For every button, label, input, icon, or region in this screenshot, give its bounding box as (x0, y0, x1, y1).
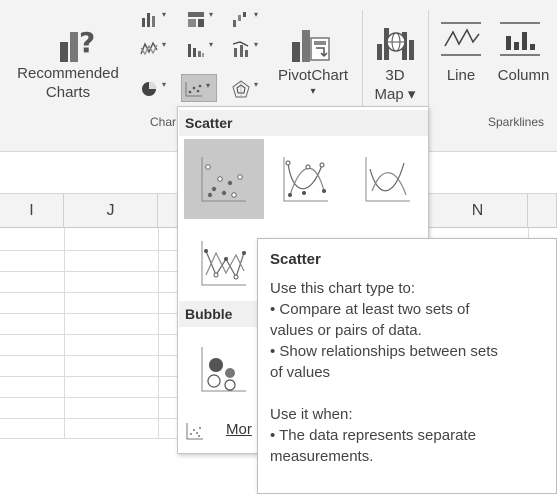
column-header-o[interactable] (528, 194, 557, 228)
column-header-j[interactable]: J (64, 194, 158, 228)
tooltip-bullet-2-line-1: • Show relationships between sets (270, 343, 498, 360)
recommended-charts-button[interactable]: ? Recommended Charts (4, 8, 132, 108)
column-header-n[interactable]: N (428, 194, 528, 228)
sparkline-line-icon (439, 20, 483, 58)
radar-chart-icon (232, 80, 250, 98)
bubble-option[interactable] (184, 329, 264, 409)
scatter-straight-lines-markers-option[interactable] (184, 223, 264, 303)
tooltip-intro: Use this chart type to: (270, 280, 416, 297)
scatter-chart-small-icon (185, 80, 202, 97)
scatter-straight-markers-icon (201, 241, 246, 286)
sparkline-line-button[interactable]: Line (434, 8, 488, 108)
sparkline-column-button[interactable]: Column (490, 8, 557, 108)
sparkline-line-label: Line (446, 67, 476, 84)
waterfall-chart-caret: ▾ (254, 10, 259, 19)
pie-chart-icon (140, 80, 156, 96)
statistic-chart-dropdown[interactable]: ▾ (187, 38, 229, 62)
3d-map-label-2: Map ▾ (374, 86, 416, 103)
scatter-smooth-markers-icon (283, 157, 328, 202)
pivotchart-caret: ▾ (310, 86, 316, 97)
scatter-tooltip: Scatter Use this chart type to: • Compar… (257, 238, 557, 494)
tooltip-when-bullet-line-1: • The data represents separate (270, 427, 476, 444)
recommended-charts-icon: ? (56, 22, 96, 64)
scatter-markers-option[interactable] (184, 139, 264, 219)
svg-text:?: ? (79, 26, 95, 59)
column-header-i[interactable]: I (0, 194, 64, 228)
more-charts-label: Mor (226, 421, 252, 438)
sparkline-column-label: Column (497, 67, 550, 84)
line-area-chart-caret: ▾ (162, 40, 167, 49)
combo-chart-caret: ▾ (254, 40, 259, 49)
pie-chart-dropdown[interactable]: ▾ (140, 76, 182, 102)
charts-group-label: Char (150, 115, 177, 129)
tooltip-spacer (270, 383, 544, 404)
column-header-n-label: N (471, 202, 484, 219)
column-header-j-label: J (106, 202, 115, 219)
statistic-chart-caret: ▾ (209, 40, 214, 49)
recommended-charts-label-2: Charts (45, 84, 91, 101)
line-chart-small-icon (140, 40, 158, 56)
sparkline-column-icon (498, 20, 542, 58)
tooltip-when-bullet-line-2: measurements. (270, 448, 374, 465)
3d-map-label-1: 3D (385, 67, 405, 84)
radar-chart-caret: ▾ (254, 80, 259, 89)
hierarchy-chart-icon (187, 10, 204, 27)
tooltip-title: Scatter (270, 251, 321, 268)
pivotchart-icon (288, 22, 332, 64)
sparklines-group-label: Sparklines (488, 115, 545, 129)
waterfall-chart-icon (232, 10, 248, 27)
hierarchy-chart-caret: ▾ (209, 10, 214, 19)
statistic-chart-icon (187, 40, 204, 57)
column-chart-icon (140, 10, 156, 27)
pivotchart-button[interactable]: PivotChart ▾ (268, 8, 358, 108)
scatter-markers-icon (201, 157, 246, 202)
recommended-charts-label-1: Recommended (17, 65, 119, 82)
3d-map-button[interactable]: 3D Map ▾ (366, 8, 424, 108)
column-gridline (64, 228, 65, 438)
combo-chart-icon (232, 40, 249, 57)
scatter-chart-dropdown[interactable]: ▾ (181, 74, 217, 102)
scatter-section-header: Scatter (179, 110, 428, 136)
tooltip-bullet-1-line-2: values or pairs of data. (270, 322, 422, 339)
more-charts-icon (186, 422, 204, 440)
bubble-icon (201, 347, 246, 392)
column-chart-dropdown[interactable]: ▾ (140, 8, 182, 32)
tooltip-when-heading: Use it when: (270, 406, 353, 423)
pie-chart-caret: ▾ (162, 80, 167, 89)
pivotchart-label: PivotChart (277, 67, 349, 84)
3d-map-icon (374, 20, 416, 62)
hierarchy-chart-dropdown[interactable]: ▾ (187, 8, 229, 32)
line-area-chart-dropdown[interactable]: ▾ (140, 38, 182, 62)
scatter-chart-caret: ▾ (206, 81, 211, 90)
tooltip-bullet-1-line-1: • Compare at least two sets of (270, 301, 470, 318)
column-header-i-label: I (29, 202, 34, 219)
scatter-smooth-lines-icon (365, 157, 410, 202)
scatter-smooth-lines-markers-option[interactable] (266, 139, 346, 219)
scatter-smooth-lines-option[interactable] (348, 139, 428, 219)
column-chart-caret: ▾ (162, 10, 167, 19)
tooltip-bullet-2-line-2: of values (270, 364, 331, 381)
column-gridline (158, 228, 159, 438)
